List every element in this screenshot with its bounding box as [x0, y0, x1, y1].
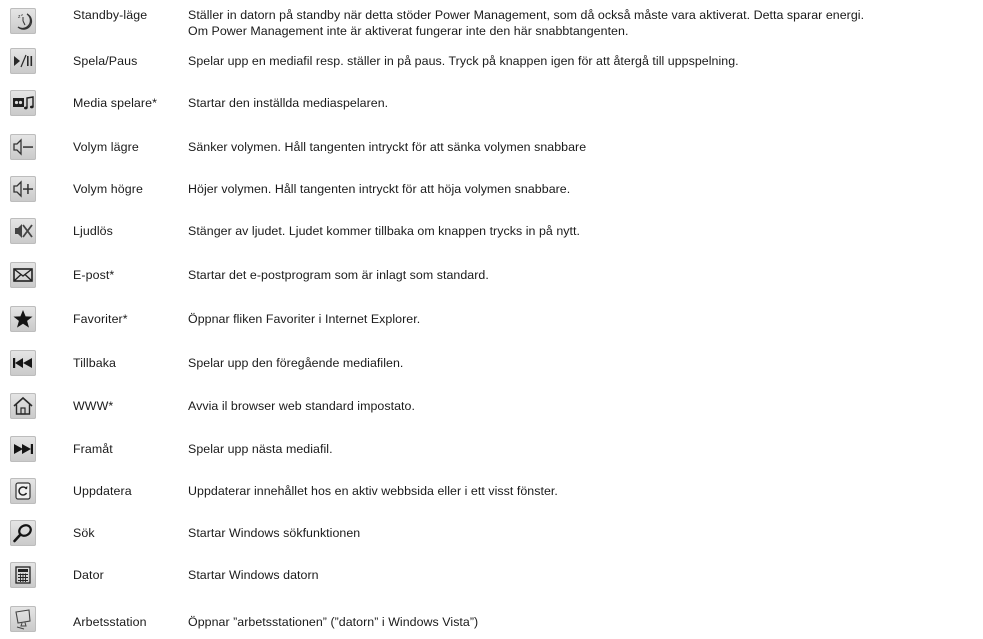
play-pause-icon — [10, 48, 36, 74]
search-magnifier-icon — [10, 520, 36, 546]
description-line: Startar den inställda mediaspelaren. — [188, 96, 389, 110]
hotkey-description: Startar Windows sökfunktionen — [188, 525, 983, 541]
description-line: Spelar upp nästa mediafil. — [188, 442, 333, 456]
hotkey-description: Startar den inställda mediaspelaren. — [188, 95, 983, 111]
hotkey-description: Öppnar fliken Favoriter i Internet Explo… — [188, 311, 983, 327]
hotkey-name: Volym högre — [73, 182, 143, 196]
hotkey-name: WWW* — [73, 399, 114, 413]
hotkey-description: Spelar upp den föregående mediafilen. — [188, 355, 983, 371]
hotkey-description: Spelar upp nästa mediafil. — [188, 441, 983, 457]
favorites-star-icon — [10, 306, 36, 332]
description-line: Startar Windows datorn — [188, 568, 319, 582]
previous-track-icon — [10, 350, 36, 376]
hotkey-name: Framåt — [73, 442, 113, 456]
hotkey-description: Ställer in datorn på standby när detta s… — [188, 7, 983, 39]
description-line: Startar det e-postprogram som är inlagt … — [188, 268, 489, 282]
standby-icon: zz — [10, 8, 36, 34]
hotkey-description: Uppdaterar innehållet hos en aktiv webbs… — [188, 483, 983, 499]
description-line: Om Power Management inte är aktiverat fu… — [188, 24, 629, 38]
hotkey-name: Volym lägre — [73, 140, 139, 154]
mute-icon — [10, 218, 36, 244]
volume-down-icon — [10, 134, 36, 160]
hotkey-description: Sänker volymen. Håll tangenten intryckt … — [188, 139, 983, 155]
description-line: Öppnar fliken Favoriter i Internet Explo… — [188, 312, 421, 326]
hotkey-name: Media spelare* — [73, 96, 158, 110]
hotkey-reference-document: zz Standby-läge Ställer in datorn på sta… — [0, 0, 983, 639]
hotkey-name: Arbetsstation — [73, 615, 147, 629]
next-track-icon — [10, 436, 36, 462]
hotkey-description: Startar Windows datorn — [188, 567, 983, 583]
calculator-icon — [10, 562, 36, 588]
description-line: Spelar upp den föregående mediafilen. — [188, 356, 404, 370]
hotkey-description: Startar det e-postprogram som är inlagt … — [188, 267, 983, 283]
hotkey-name: Ljudlös — [73, 224, 113, 238]
workstation-icon — [10, 606, 36, 632]
svg-text:z: z — [21, 12, 23, 17]
hotkey-name: Uppdatera — [73, 484, 132, 498]
description-line: Spelar upp en mediafil resp. ställer in … — [188, 54, 739, 68]
hotkey-name: Spela/Paus — [73, 54, 138, 68]
hotkey-description: Höjer volymen. Håll tangenten intryckt f… — [188, 181, 983, 197]
description-line: Uppdaterar innehållet hos en aktiv webbs… — [188, 484, 558, 498]
hotkey-description: Avvia il browser web standard impostato. — [188, 398, 983, 414]
hotkey-name: Sök — [73, 526, 95, 540]
description-line: Sänker volymen. Håll tangenten intryckt … — [188, 140, 587, 154]
hotkey-description: Stänger av ljudet. Ljudet kommer tillbak… — [188, 223, 983, 239]
hotkey-name: Favoriter* — [73, 312, 128, 326]
description-line: Höjer volymen. Håll tangenten intryckt f… — [188, 182, 571, 196]
description-line: Öppnar ”arbetsstationen” (”datorn” i Win… — [188, 615, 479, 629]
media-player-icon — [10, 90, 36, 116]
hotkey-description: Spelar upp en mediafil resp. ställer in … — [188, 53, 983, 69]
description-line: Ställer in datorn på standby när detta s… — [188, 8, 865, 22]
refresh-icon — [10, 478, 36, 504]
volume-up-icon — [10, 176, 36, 202]
hotkey-name: Dator — [73, 568, 104, 582]
description-line: Stänger av ljudet. Ljudet kommer tillbak… — [188, 224, 580, 238]
hotkey-description: Öppnar ”arbetsstationen” (”datorn” i Win… — [188, 614, 983, 630]
description-line: Avvia il browser web standard impostato. — [188, 399, 415, 413]
description-line: Startar Windows sökfunktionen — [188, 526, 361, 540]
home-icon — [10, 393, 36, 419]
hotkey-name: E-post* — [73, 268, 115, 282]
email-icon — [10, 262, 36, 288]
hotkey-name: Standby-läge — [73, 8, 148, 22]
hotkey-name: Tillbaka — [73, 356, 117, 370]
